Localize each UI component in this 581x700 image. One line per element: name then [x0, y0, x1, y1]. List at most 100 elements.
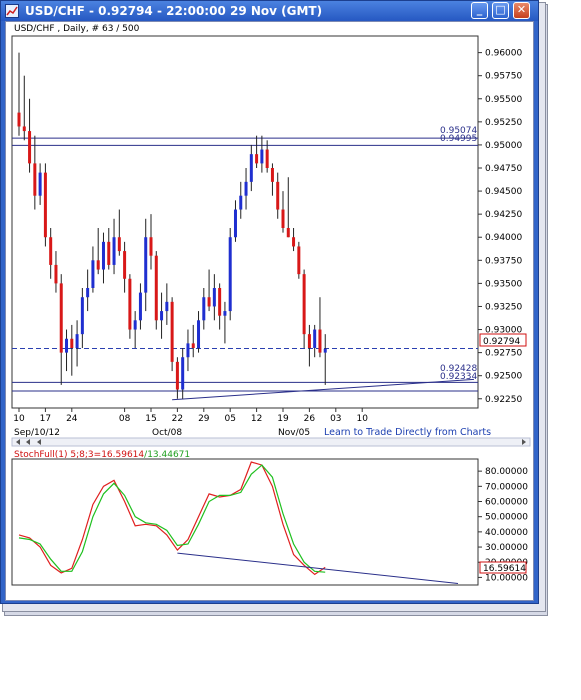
candle-body-down — [22, 126, 26, 132]
candle-body-up — [323, 348, 327, 353]
candle-body-down — [54, 264, 58, 284]
date-tick-label: 24 — [66, 414, 78, 424]
date-tick-label: 29 — [198, 414, 210, 424]
candle[interactable] — [154, 251, 158, 330]
stoch-tick-label: 40.00000 — [485, 528, 528, 538]
date-tick-label: 26 — [304, 414, 316, 424]
candle-body-down — [170, 301, 174, 362]
candle-body-down — [276, 181, 280, 210]
candle-body-up — [138, 292, 142, 321]
price-tick-label: 0.95250 — [485, 118, 522, 128]
candle-body-down — [59, 283, 63, 353]
candle[interactable] — [43, 163, 47, 247]
candle-body-down — [281, 209, 285, 228]
candle-body-up — [165, 301, 169, 312]
candle-body-down — [149, 237, 153, 256]
candle-body-up — [181, 357, 185, 390]
stoch-d-value: 13.44671 — [147, 450, 190, 460]
stoch-tick-label: 80.00000 — [485, 467, 528, 477]
price-tick-label: 0.95000 — [485, 141, 522, 151]
price-tick-label: 0.93250 — [485, 302, 522, 312]
month-label-sep: Sep/10/12 — [14, 428, 60, 438]
price-tick-label: 0.92750 — [485, 349, 522, 359]
date-tick-label: 05 — [224, 414, 235, 424]
candle[interactable] — [297, 241, 301, 279]
candle-body-down — [270, 168, 274, 182]
price-chart-header: USD/CHF , Daily, # 63 / 500 — [14, 24, 140, 34]
candle[interactable] — [128, 274, 132, 339]
candle-body-up — [239, 195, 243, 210]
candle[interactable] — [170, 297, 174, 372]
candle-body-down — [207, 297, 211, 307]
price-tick-label: 0.96000 — [485, 49, 522, 59]
current-price-label: 0.92794 — [483, 337, 520, 347]
stoch-header-name: StochFull(1) 5;8;3= — [14, 450, 101, 460]
price-x-axis: 10 17 24 08 15 22 29 05 12 19 26 03 10 — [13, 408, 368, 424]
candle-body-up — [313, 329, 317, 348]
candle-body-up — [249, 154, 253, 182]
candle-body-down — [292, 237, 296, 247]
date-tick-label: 15 — [145, 414, 156, 424]
candle-body-down — [265, 149, 269, 168]
candle-body-down — [302, 274, 306, 335]
price-y-axis: 0.96000 0.95750 0.95500 0.95250 0.95000 0.947… — [478, 49, 522, 405]
chart-window: USD/CHF - 0.92794 - 22:00:00 29 Nov (GMT… — [0, 0, 539, 604]
chart-area[interactable]: USD/CHF , Daily, # 63 / 500 0.96000 0.957… — [5, 21, 534, 601]
title-bar[interactable]: USD/CHF - 0.92794 - 22:00:00 29 Nov (GMT… — [1, 1, 538, 21]
price-tick-label: 0.94250 — [485, 210, 522, 220]
candle-body-up — [160, 311, 164, 321]
price-tick-label: 0.95750 — [485, 72, 522, 82]
stoch-tick-label: 70.00000 — [485, 482, 528, 492]
candle-body-up — [233, 209, 237, 238]
candle-body-up — [75, 334, 79, 348]
candle[interactable] — [228, 228, 232, 321]
date-tick-label: 10 — [356, 414, 368, 424]
stoch-tick-label: 10.00000 — [485, 573, 528, 583]
price-tick-label: 0.92250 — [485, 395, 522, 405]
month-label-nov: Nov/05 — [278, 428, 310, 438]
candle-body-down — [218, 288, 222, 316]
candle-body-down — [307, 334, 311, 348]
candle-body-down — [128, 278, 132, 330]
chart-app-icon — [5, 4, 19, 18]
price-tick-label: 0.95500 — [485, 95, 522, 105]
maximize-button[interactable]: □ — [492, 2, 509, 19]
date-tick-label: 19 — [277, 414, 289, 424]
candle-body-down — [255, 154, 259, 164]
stoch-tick-label: 60.00000 — [485, 498, 528, 508]
date-tick-label: 22 — [172, 414, 183, 424]
candle-body-down — [286, 228, 290, 238]
candle-body-up — [38, 172, 42, 196]
candle-body-up — [228, 237, 232, 312]
learn-to-trade-link[interactable]: Learn to Trade Directly from Charts — [324, 427, 491, 438]
candle-body-up — [101, 241, 105, 270]
candle-body-up — [65, 338, 69, 353]
candle-body-down — [96, 260, 100, 270]
candle-body-down — [123, 251, 127, 279]
minimize-button[interactable]: _ — [471, 2, 488, 19]
price-tick-label: 0.92500 — [485, 372, 522, 382]
candle-body-up — [197, 320, 201, 348]
line-label-94995: 0.94995 — [440, 134, 477, 144]
horizontal-scrollbar[interactable] — [11, 437, 531, 447]
price-tick-label: 0.93500 — [485, 279, 522, 289]
candle-body-down — [175, 361, 179, 390]
candle-body-down — [297, 246, 301, 275]
price-plot-area[interactable] — [11, 35, 479, 409]
date-tick-label: 10 — [13, 414, 25, 424]
charts-canvas[interactable]: USD/CHF , Daily, # 63 / 500 0.96000 0.957… — [6, 22, 533, 600]
candle-body-down — [191, 343, 195, 348]
candle-body-down — [70, 338, 74, 348]
candle-body-up — [80, 297, 84, 335]
candle-body-down — [17, 112, 21, 127]
candle-body-up — [244, 181, 248, 196]
stoch-header: StochFull(1) 5;8;3=16.59614/13.44671 — [14, 450, 190, 460]
price-tick-label: 0.94750 — [485, 164, 522, 174]
date-tick-label: 08 — [119, 414, 131, 424]
month-label-oct: Oct/08 — [152, 428, 182, 438]
candle-body-down — [33, 163, 37, 196]
candle-body-up — [223, 311, 227, 316]
date-tick-label: 12 — [251, 414, 262, 424]
close-button[interactable]: ✕ — [513, 2, 530, 19]
candle-body-down — [28, 131, 32, 164]
